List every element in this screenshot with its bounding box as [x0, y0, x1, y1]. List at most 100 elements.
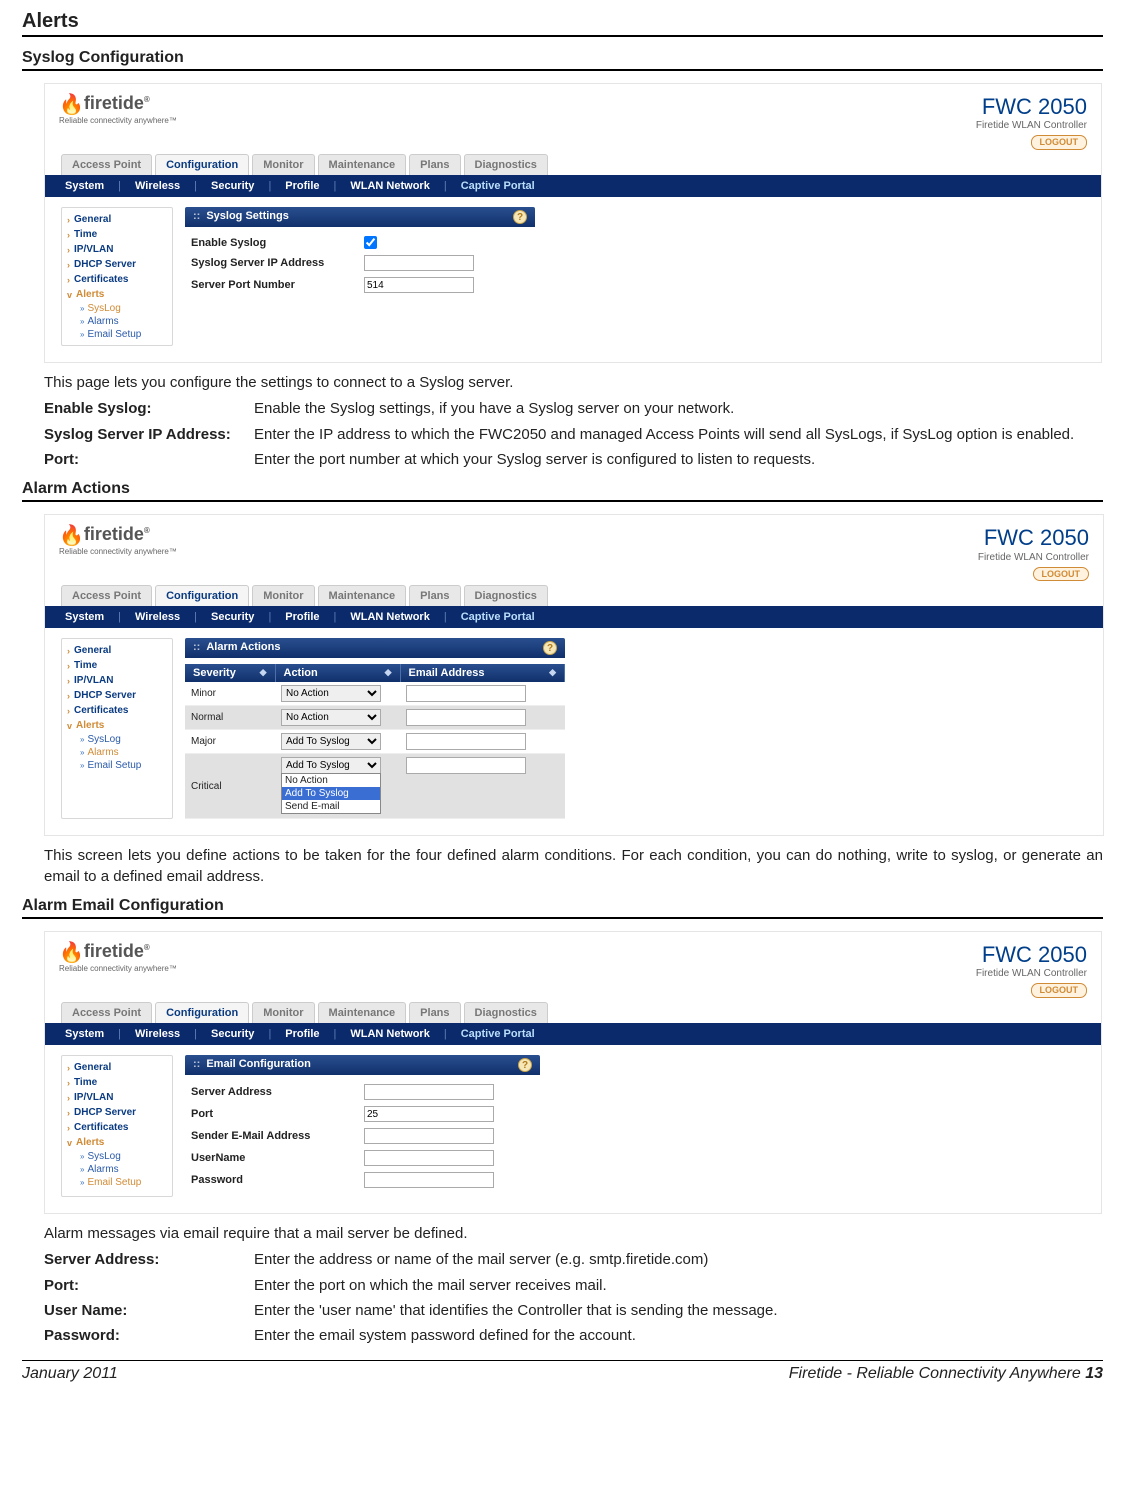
sidebar-sub-syslog[interactable]: »SysLog	[62, 302, 172, 315]
tab-monitor[interactable]: Monitor	[252, 585, 314, 606]
subtab-wlan[interactable]: WLAN Network	[346, 180, 433, 192]
input-syslog-port[interactable]	[364, 277, 474, 293]
help-icon[interactable]: ?	[518, 1058, 532, 1072]
sidebar-item-certs[interactable]: ›Certificates	[62, 272, 172, 287]
sidebar-sub-alarms[interactable]: »Alarms	[62, 746, 172, 759]
subtab-wireless[interactable]: Wireless	[131, 1028, 184, 1040]
sidebar-sub-alarms[interactable]: »Alarms	[62, 315, 172, 328]
sidebar-item-general[interactable]: ›General	[62, 1060, 172, 1075]
sidebar-item-time[interactable]: ›Time	[62, 658, 172, 673]
subtab-wireless[interactable]: Wireless	[131, 180, 184, 192]
tab-maintenance[interactable]: Maintenance	[318, 154, 407, 175]
tab-plans[interactable]: Plans	[409, 1002, 460, 1023]
sidebar-item-general[interactable]: ›General	[62, 212, 172, 227]
select-action-critical[interactable]: Add To Syslog	[281, 757, 381, 774]
tab-access-point[interactable]: Access Point	[61, 154, 152, 175]
input-email-minor[interactable]	[406, 685, 526, 702]
sidebar-item-certs[interactable]: ›Certificates	[62, 703, 172, 718]
select-action-major[interactable]: Add To Syslog	[281, 733, 381, 750]
sidebar-sub-syslog[interactable]: »SysLog	[62, 733, 172, 746]
tab-access-point[interactable]: Access Point	[61, 1002, 152, 1023]
select-action-normal[interactable]: No Action	[281, 709, 381, 726]
option-no-action[interactable]: No Action	[282, 774, 380, 787]
input-username[interactable]	[364, 1150, 494, 1166]
input-sender[interactable]	[364, 1128, 494, 1144]
tab-diagnostics[interactable]: Diagnostics	[464, 1002, 548, 1023]
tab-diagnostics[interactable]: Diagnostics	[464, 585, 548, 606]
sidebar-item-dhcp[interactable]: ›DHCP Server	[62, 688, 172, 703]
sidebar-sub-email[interactable]: »Email Setup	[62, 1176, 172, 1189]
subtab-wireless[interactable]: Wireless	[131, 611, 184, 623]
sidebar-item-time[interactable]: ›Time	[62, 1075, 172, 1090]
section-syslog-title: Syslog Configuration	[22, 49, 1103, 67]
input-email-normal[interactable]	[406, 709, 526, 726]
subtab-captive-portal[interactable]: Captive Portal	[457, 180, 539, 192]
sidebar-item-general[interactable]: ›General	[62, 643, 172, 658]
input-syslog-ip[interactable]	[364, 255, 474, 271]
logout-button[interactable]: LOGOUT	[1033, 567, 1090, 582]
subtab-profile[interactable]: Profile	[281, 611, 323, 623]
select-action-minor[interactable]: No Action	[281, 685, 381, 702]
sidebar-sub-syslog[interactable]: »SysLog	[62, 1150, 172, 1163]
col-severity[interactable]: Severity◆	[185, 664, 275, 682]
label-email-port: Port	[191, 1108, 356, 1120]
tab-diagnostics[interactable]: Diagnostics	[464, 154, 548, 175]
subtab-profile[interactable]: Profile	[281, 1028, 323, 1040]
col-action[interactable]: Action◆	[275, 664, 400, 682]
dropdown-action-open[interactable]: No Action Add To Syslog Send E-mail	[281, 773, 381, 814]
tab-monitor[interactable]: Monitor	[252, 1002, 314, 1023]
sidebar-sub-email[interactable]: »Email Setup	[62, 759, 172, 772]
sidebar-item-alerts[interactable]: vAlerts	[62, 287, 172, 302]
screenshot-alarms: 🔥firetide® Reliable connectivity anywher…	[44, 514, 1104, 836]
tab-plans[interactable]: Plans	[409, 154, 460, 175]
sidebar-item-time[interactable]: ›Time	[62, 227, 172, 242]
option-add-syslog[interactable]: Add To Syslog	[282, 787, 380, 800]
sidebar-item-dhcp[interactable]: ›DHCP Server	[62, 257, 172, 272]
sidebar: ›General ›Time ›IP/VLAN ›DHCP Server ›Ce…	[61, 207, 173, 346]
input-password[interactable]	[364, 1172, 494, 1188]
sidebar-item-ipvlan[interactable]: ›IP/VLAN	[62, 1090, 172, 1105]
tab-plans[interactable]: Plans	[409, 585, 460, 606]
tab-monitor[interactable]: Monitor	[252, 154, 314, 175]
sidebar-sub-email[interactable]: »Email Setup	[62, 328, 172, 341]
logo: 🔥firetide® Reliable connectivity anywher…	[59, 525, 177, 557]
tab-maintenance[interactable]: Maintenance	[318, 585, 407, 606]
help-icon[interactable]: ?	[543, 641, 557, 655]
subtab-system[interactable]: System	[61, 1028, 108, 1040]
subtab-wlan[interactable]: WLAN Network	[346, 1028, 433, 1040]
body-email-port: Enter the port on which the mail server …	[254, 1276, 1103, 1296]
subtab-security[interactable]: Security	[207, 611, 258, 623]
sidebar-sub-alarms[interactable]: »Alarms	[62, 1163, 172, 1176]
sidebar-item-alerts[interactable]: vAlerts	[62, 718, 172, 733]
tab-configuration[interactable]: Configuration	[155, 585, 249, 606]
sidebar-item-dhcp[interactable]: ›DHCP Server	[62, 1105, 172, 1120]
subtab-profile[interactable]: Profile	[281, 180, 323, 192]
logout-button[interactable]: LOGOUT	[1031, 983, 1088, 998]
tab-configuration[interactable]: Configuration	[155, 1002, 249, 1023]
sidebar-item-ipvlan[interactable]: ›IP/VLAN	[62, 242, 172, 257]
logout-button[interactable]: LOGOUT	[1031, 135, 1088, 150]
subtab-wlan[interactable]: WLAN Network	[346, 611, 433, 623]
flame-icon: 🔥	[59, 942, 84, 964]
col-email[interactable]: Email Address◆	[400, 664, 565, 682]
input-server-address[interactable]	[364, 1084, 494, 1100]
sidebar-item-ipvlan[interactable]: ›IP/VLAN	[62, 673, 172, 688]
subtab-security[interactable]: Security	[207, 180, 258, 192]
checkbox-enable-syslog[interactable]	[364, 236, 377, 249]
tab-configuration[interactable]: Configuration	[155, 154, 249, 175]
subtab-system[interactable]: System	[61, 611, 108, 623]
subtab-captive-portal[interactable]: Captive Portal	[457, 1028, 539, 1040]
subtab-security[interactable]: Security	[207, 1028, 258, 1040]
help-icon[interactable]: ?	[513, 210, 527, 224]
tab-access-point[interactable]: Access Point	[61, 585, 152, 606]
tab-maintenance[interactable]: Maintenance	[318, 1002, 407, 1023]
input-email-port[interactable]	[364, 1106, 494, 1122]
term-password: Password:	[44, 1326, 254, 1346]
option-send-email[interactable]: Send E-mail	[282, 800, 380, 813]
subtab-captive-portal[interactable]: Captive Portal	[457, 611, 539, 623]
subtab-system[interactable]: System	[61, 180, 108, 192]
sidebar-item-alerts[interactable]: vAlerts	[62, 1135, 172, 1150]
sidebar-item-certs[interactable]: ›Certificates	[62, 1120, 172, 1135]
input-email-critical[interactable]	[406, 757, 526, 774]
input-email-major[interactable]	[406, 733, 526, 750]
